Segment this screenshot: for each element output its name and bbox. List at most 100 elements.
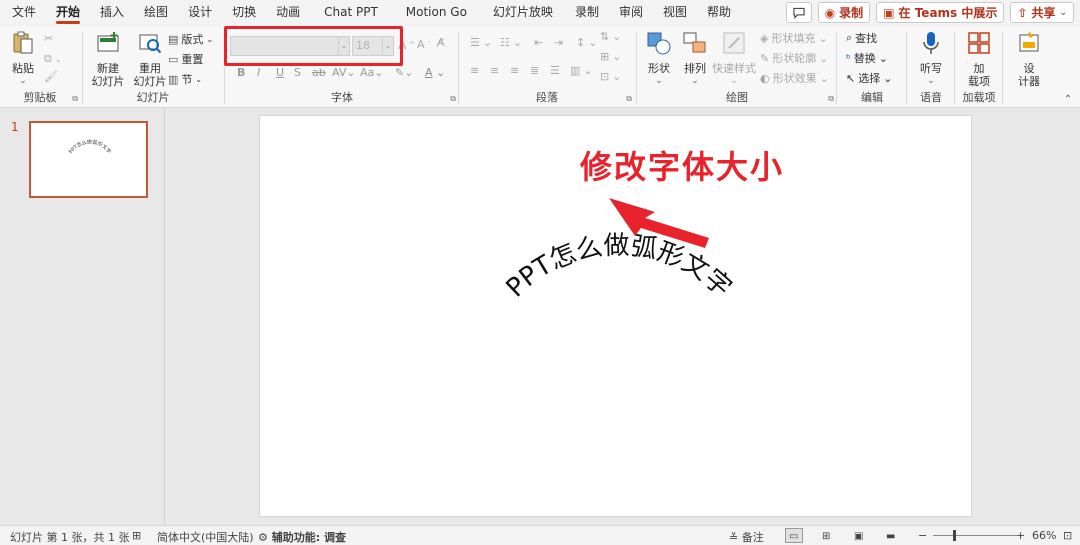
line-spacing-icon: ↕ <box>576 36 586 49</box>
comments-button[interactable] <box>785 2 812 23</box>
record-button[interactable]: ◉ 录制 <box>817 2 871 23</box>
underline-button[interactable]: U <box>276 66 284 79</box>
strikethrough-button[interactable]: ab <box>312 66 326 79</box>
slideshow-button[interactable]: ▬ <box>882 528 900 543</box>
normal-view-button[interactable]: ▭ <box>785 528 803 543</box>
find-button[interactable]: ⌕ 查找 <box>846 30 877 46</box>
tab-review[interactable]: 审阅 <box>609 0 653 26</box>
layout-button[interactable]: ▤ 版式 ⌄ <box>168 31 213 47</box>
justify-button[interactable]: ≣ <box>530 64 539 77</box>
tab-record[interactable]: 录制 <box>565 0 609 26</box>
tab-draw[interactable]: 绘图 <box>134 0 178 26</box>
dialog-launcher-icon[interactable]: ⧉ <box>72 94 78 104</box>
share-button[interactable]: ⇧ 共享 ⌄ <box>1010 2 1074 23</box>
align-left-button[interactable]: ≡ <box>470 64 479 77</box>
quick-styles-label: 快速样式 <box>712 62 756 75</box>
addins-label-2: 载项 <box>968 75 990 88</box>
tab-insert[interactable]: 插入 <box>90 0 134 26</box>
quick-styles-button[interactable]: 快速样式 ⌄ <box>712 30 756 88</box>
voice-group: 听写 ⌄ 语音 <box>908 26 954 108</box>
select-label: 选择 <box>858 72 881 85</box>
align-right-button[interactable]: ≡ <box>510 64 519 77</box>
layout-label: 版式 <box>181 33 204 46</box>
present-in-teams-button[interactable]: ▣ 在 Teams 中展示 <box>876 2 1005 23</box>
tab-help[interactable]: 帮助 <box>697 0 741 26</box>
fit-to-window-button[interactable]: ⊡ <box>1063 529 1072 542</box>
distributed-button[interactable]: ☰ <box>550 64 560 77</box>
format-painter-button[interactable]: 🖌 <box>44 70 58 83</box>
collapse-ribbon-button[interactable]: ⌃ <box>1064 94 1072 105</box>
zoom-slider-thumb[interactable] <box>953 530 956 541</box>
font-color-button[interactable]: A ⌄ <box>425 66 445 79</box>
line-spacing-button[interactable]: ↕ ⌄ <box>576 36 597 49</box>
decrease-font-size-button[interactable]: Aˇ <box>417 38 431 51</box>
dialog-launcher-icon[interactable]: ⧉ <box>626 94 632 104</box>
reading-view-button[interactable]: ▣ <box>850 528 868 543</box>
zoom-out-button[interactable]: − <box>918 529 927 542</box>
new-slide-label-2: 幻灯片 <box>91 75 125 88</box>
replace-button[interactable]: ᵇ 替换 ⌄ <box>846 50 888 66</box>
paste-button[interactable]: 粘贴 ⌄ <box>8 30 38 88</box>
increase-indent-button[interactable]: ⇥ <box>554 36 563 49</box>
zoom-in-button[interactable]: + <box>1016 529 1025 542</box>
bullets-button[interactable]: ☰ ⌄ <box>470 36 492 49</box>
reset-button[interactable]: ▭ 重置 <box>168 51 203 67</box>
accessibility-status[interactable]: ⚙ 辅助功能: 调查 <box>258 529 346 545</box>
numbering-button[interactable]: ☷ ⌄ <box>500 36 522 49</box>
tab-animations[interactable]: 动画 <box>266 0 310 26</box>
justify-icon: ≣ <box>530 64 540 77</box>
layout-icon: ▤ <box>168 32 179 46</box>
shadow-button[interactable]: S <box>294 66 301 79</box>
align-center-button[interactable]: ≡ <box>490 64 499 77</box>
zoom-slider[interactable] <box>933 535 1017 536</box>
copy-button[interactable]: ⧉ ⌄ <box>44 52 62 66</box>
ribbon-tab-bar: 文件 开始 插入 绘图 设计 切换 动画 Chat PPT Motion Go … <box>0 0 1080 26</box>
tab-transitions[interactable]: 切换 <box>222 0 266 26</box>
tab-chatppt[interactable]: Chat PPT <box>310 0 392 26</box>
tab-home[interactable]: 开始 <box>46 0 90 26</box>
designer-button[interactable]: 设 计器 <box>1012 30 1046 88</box>
zoom-level[interactable]: 66% <box>1032 529 1056 542</box>
clear-format-icon: A̸ <box>437 36 445 49</box>
addins-button[interactable]: 加 载项 <box>962 30 996 88</box>
tab-slideshow[interactable]: 幻灯片放映 <box>481 0 565 26</box>
pen-icon: ✎ <box>760 51 770 65</box>
highlight-button[interactable]: ✎⌄ <box>395 66 413 79</box>
shape-outline-button[interactable]: ✎ 形状轮廓 ⌄ <box>760 50 828 66</box>
language-label[interactable]: 简体中文(中国大陆) <box>157 529 254 545</box>
cut-button[interactable]: ✂ <box>44 32 53 45</box>
align-text-button[interactable]: ⊞ ⌄ <box>600 50 621 63</box>
text-direction-button[interactable]: ⇅ ⌄ <box>600 30 621 43</box>
tab-view[interactable]: 视图 <box>653 0 697 26</box>
shapes-label: 形状 <box>648 62 670 75</box>
character-spacing-button[interactable]: AV⌄ <box>332 66 356 79</box>
smartart-button[interactable]: ⊡ ⌄ <box>600 70 621 83</box>
decrease-indent-button[interactable]: ⇤ <box>534 36 543 49</box>
tab-motiongo[interactable]: Motion Go <box>392 0 481 26</box>
new-slide-button[interactable]: 新建 幻灯片 <box>88 30 128 88</box>
dialog-launcher-icon[interactable]: ⧉ <box>450 94 456 104</box>
tab-file[interactable]: 文件 <box>2 0 46 26</box>
divider <box>1002 32 1003 104</box>
notes-button[interactable]: ≚ 备注 <box>729 529 764 545</box>
change-case-button[interactable]: Aa⌄ <box>360 66 383 79</box>
columns-button[interactable]: ▥ ⌄ <box>570 64 593 77</box>
slide-thumbnail[interactable]: PPT怎么做弧形文字 <box>29 121 148 198</box>
reuse-slides-button[interactable]: 重用 幻灯片 <box>130 30 170 88</box>
clipboard-group-label: 剪贴板 <box>23 91 57 104</box>
accessibility-label: 辅助功能: 调查 <box>271 531 346 544</box>
slide-sorter-button[interactable]: ⊞ <box>818 528 836 543</box>
select-button[interactable]: ↖ 选择 ⌄ <box>846 70 892 86</box>
shape-fill-button[interactable]: ◈ 形状填充 ⌄ <box>760 30 828 46</box>
dialog-launcher-icon[interactable]: ⧉ <box>828 94 834 104</box>
dictate-button[interactable]: 听写 ⌄ <box>914 30 948 88</box>
section-button[interactable]: ▥ 节 ⌄ <box>168 71 202 87</box>
shape-effects-button[interactable]: ◐ 形状效果 ⌄ <box>760 70 829 86</box>
bold-button[interactable]: B <box>237 66 245 79</box>
italic-button[interactable]: I <box>257 66 260 79</box>
tab-design[interactable]: 设计 <box>178 0 222 26</box>
arrange-button[interactable]: 排列 ⌄ <box>678 30 712 88</box>
shapes-button[interactable]: 形状 ⌄ <box>642 30 676 88</box>
clear-formatting-button[interactable]: A̸ <box>437 36 445 49</box>
spell-check-icon[interactable]: ⊞ <box>132 529 141 542</box>
